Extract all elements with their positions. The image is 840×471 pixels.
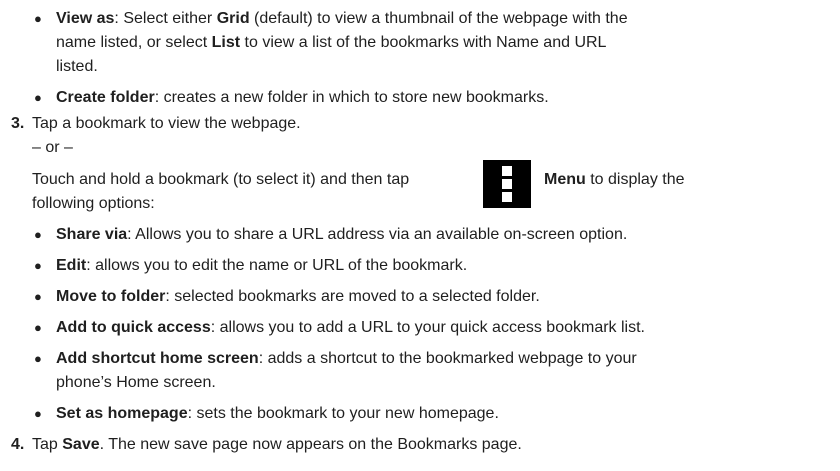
- list-label: List: [211, 34, 241, 51]
- step-3-line-b: following options:: [32, 195, 155, 212]
- step-4-text-1: Tap: [32, 436, 63, 453]
- homepage-line: Set as homepage: sets the bookmark to yo…: [56, 404, 499, 424]
- step-3-number: 3.: [11, 115, 25, 132]
- bullet: ●: [34, 90, 42, 105]
- bullet: ●: [34, 258, 42, 273]
- view-as-line-2: name listed, or select List to view a li…: [56, 33, 606, 53]
- step-4-number: 4.: [11, 436, 25, 453]
- move-folder-desc: : selected bookmarks are moved to a sele…: [165, 288, 540, 305]
- share-via-title: Share via: [56, 226, 128, 243]
- view-as-text-4: to view a list of the bookmarks with Nam…: [240, 34, 607, 51]
- view-as-line-3: listed.: [56, 58, 98, 75]
- create-folder-line: Create folder: creates a new folder in w…: [56, 88, 549, 108]
- step-4-text-2: . The new save page now appears on the B…: [99, 436, 522, 453]
- step-3-text-a: Touch and hold a bookmark (to select it)…: [32, 171, 410, 188]
- bullet: ●: [34, 351, 42, 366]
- share-via-desc: : Allows you to share a URL address via …: [127, 226, 628, 243]
- quick-access-title: Add to quick access: [56, 319, 211, 336]
- shortcut-line-2: phone’s Home screen.: [56, 374, 216, 391]
- share-via-line: Share via: Allows you to share a URL add…: [56, 225, 627, 245]
- quick-access-line: Add to quick access: allows you to add a…: [56, 318, 645, 338]
- view-as-text-1: : Select either: [114, 10, 217, 27]
- move-folder-title: Move to folder: [56, 288, 166, 305]
- quick-access-desc: : allows you to add a URL to your quick …: [210, 319, 645, 336]
- edit-line: Edit: allows you to edit the name or URL…: [56, 256, 467, 276]
- or-separator: – or –: [32, 139, 73, 156]
- homepage-title: Set as homepage: [56, 405, 188, 422]
- move-folder-line: Move to folder: selected bookmarks are m…: [56, 287, 540, 307]
- menu-label: Menu: [544, 171, 586, 188]
- homepage-desc: : sets the bookmark to your new homepage…: [187, 405, 499, 422]
- edit-desc: : allows you to edit the name or URL of …: [86, 257, 468, 274]
- view-as-title: View as: [56, 10, 115, 27]
- create-folder-desc: : creates a new folder in which to store…: [154, 89, 549, 106]
- view-as-text-3: name listed, or select: [56, 34, 212, 51]
- bullet: ●: [34, 406, 42, 421]
- bullet: ●: [34, 289, 42, 304]
- shortcut-line-1: Add shortcut home screen: adds a shortcu…: [56, 349, 637, 369]
- bullet: ●: [34, 320, 42, 335]
- bullet: ●: [34, 11, 42, 26]
- step-4-line: Tap Save. The new save page now appears …: [32, 435, 522, 455]
- create-folder-title: Create folder: [56, 89, 155, 106]
- step-3-line-a: Touch and hold a bookmark (to select it)…: [32, 170, 409, 190]
- shortcut-desc: : adds a shortcut to the bookmarked webp…: [258, 350, 637, 367]
- edit-title: Edit: [56, 257, 87, 274]
- shortcut-title: Add shortcut home screen: [56, 350, 259, 367]
- view-as-text-2: (default) to view a thumbnail of the web…: [249, 10, 628, 27]
- bullet: ●: [34, 227, 42, 242]
- save-label: Save: [62, 436, 100, 453]
- grid-label: Grid: [216, 10, 250, 27]
- view-as-line-1: View as: Select either Grid (default) to…: [56, 9, 628, 29]
- step-3-line-a-end: Menu to display the: [544, 170, 685, 190]
- menu-icon: [483, 160, 531, 208]
- step-3-text: Tap a bookmark to view the webpage.: [32, 115, 301, 132]
- step-3-text-a-end: to display the: [585, 171, 685, 188]
